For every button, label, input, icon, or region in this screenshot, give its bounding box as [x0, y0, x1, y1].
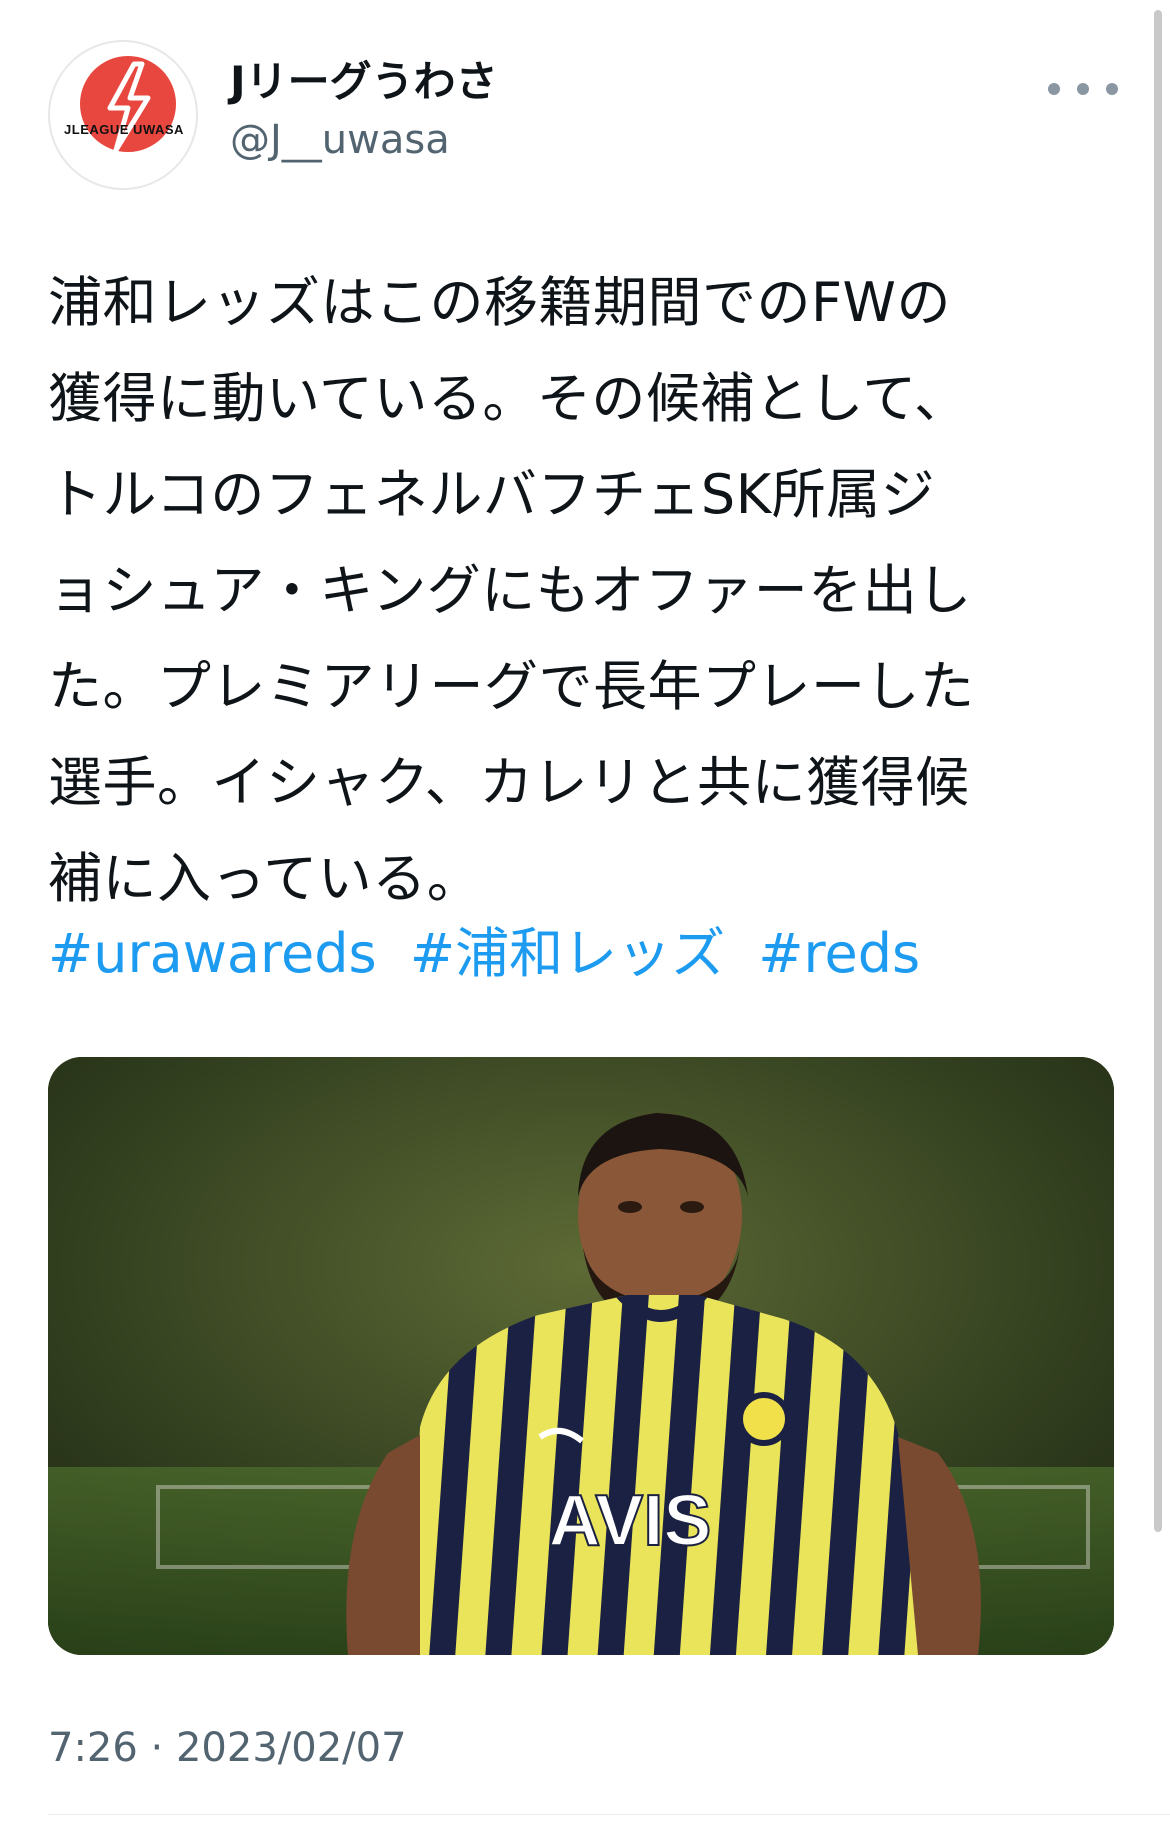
- tweet-text-line: 獲得に動いている。その候補として、: [48, 367, 969, 430]
- jersey-sponsor-text: AVIS: [549, 1481, 712, 1561]
- display-name[interactable]: Jリーグうわさ: [230, 54, 498, 110]
- tweet-header: JLEAGUE UWASA Jリーグうわさ @J__uwasa: [48, 40, 1118, 190]
- tweet-timestamp[interactable]: 7:26 · 2023/02/07: [48, 1720, 407, 1776]
- more-horizontal-icon[interactable]: [1048, 74, 1118, 104]
- tweet-text-line: 浦和レッズはこの移籍期間でのFWの: [48, 271, 951, 334]
- hashtags: #urawareds #浦和レッズ #reds: [48, 906, 1108, 1002]
- tweet-text-line: ョシュア・キングにもオファーを出し: [48, 559, 972, 622]
- account-names: Jリーグうわさ @J__uwasa: [230, 54, 498, 168]
- divider: [48, 1814, 1170, 1815]
- dot: [1106, 83, 1118, 95]
- dot: [1077, 83, 1089, 95]
- hashtag-link[interactable]: #浦和レッズ: [410, 922, 725, 985]
- avatar-text: JLEAGUE UWASA: [64, 122, 184, 137]
- hashtag-link[interactable]: #reds: [758, 922, 920, 985]
- dot: [1048, 83, 1060, 95]
- handle[interactable]: @J__uwasa: [230, 112, 498, 168]
- scrollbar[interactable]: [1154, 10, 1162, 1532]
- tweet-text-line: た。プレミアリーグで長年プレーした: [48, 655, 975, 718]
- tweet-media-image[interactable]: AVIS: [48, 1057, 1114, 1655]
- player-photo: AVIS: [48, 1057, 1114, 1655]
- avatar[interactable]: JLEAGUE UWASA: [48, 40, 198, 190]
- tweet-text-line: トルコのフェネルバフチェSK所属ジ: [48, 463, 936, 526]
- hashtag-link[interactable]: #urawareds: [48, 922, 377, 985]
- avatar-logo: JLEAGUE UWASA: [50, 42, 196, 188]
- tweet-detail-page: JLEAGUE UWASA Jリーグうわさ @J__uwasa 浦和レッズはこの…: [0, 0, 1170, 1846]
- tweet-text: 浦和レッズはこの移籍期間でのFWの 獲得に動いている。その候補として、 トルコの…: [48, 255, 1108, 927]
- tweet-text-line: 選手。イシャク、カレリと共に獲得候: [48, 751, 970, 814]
